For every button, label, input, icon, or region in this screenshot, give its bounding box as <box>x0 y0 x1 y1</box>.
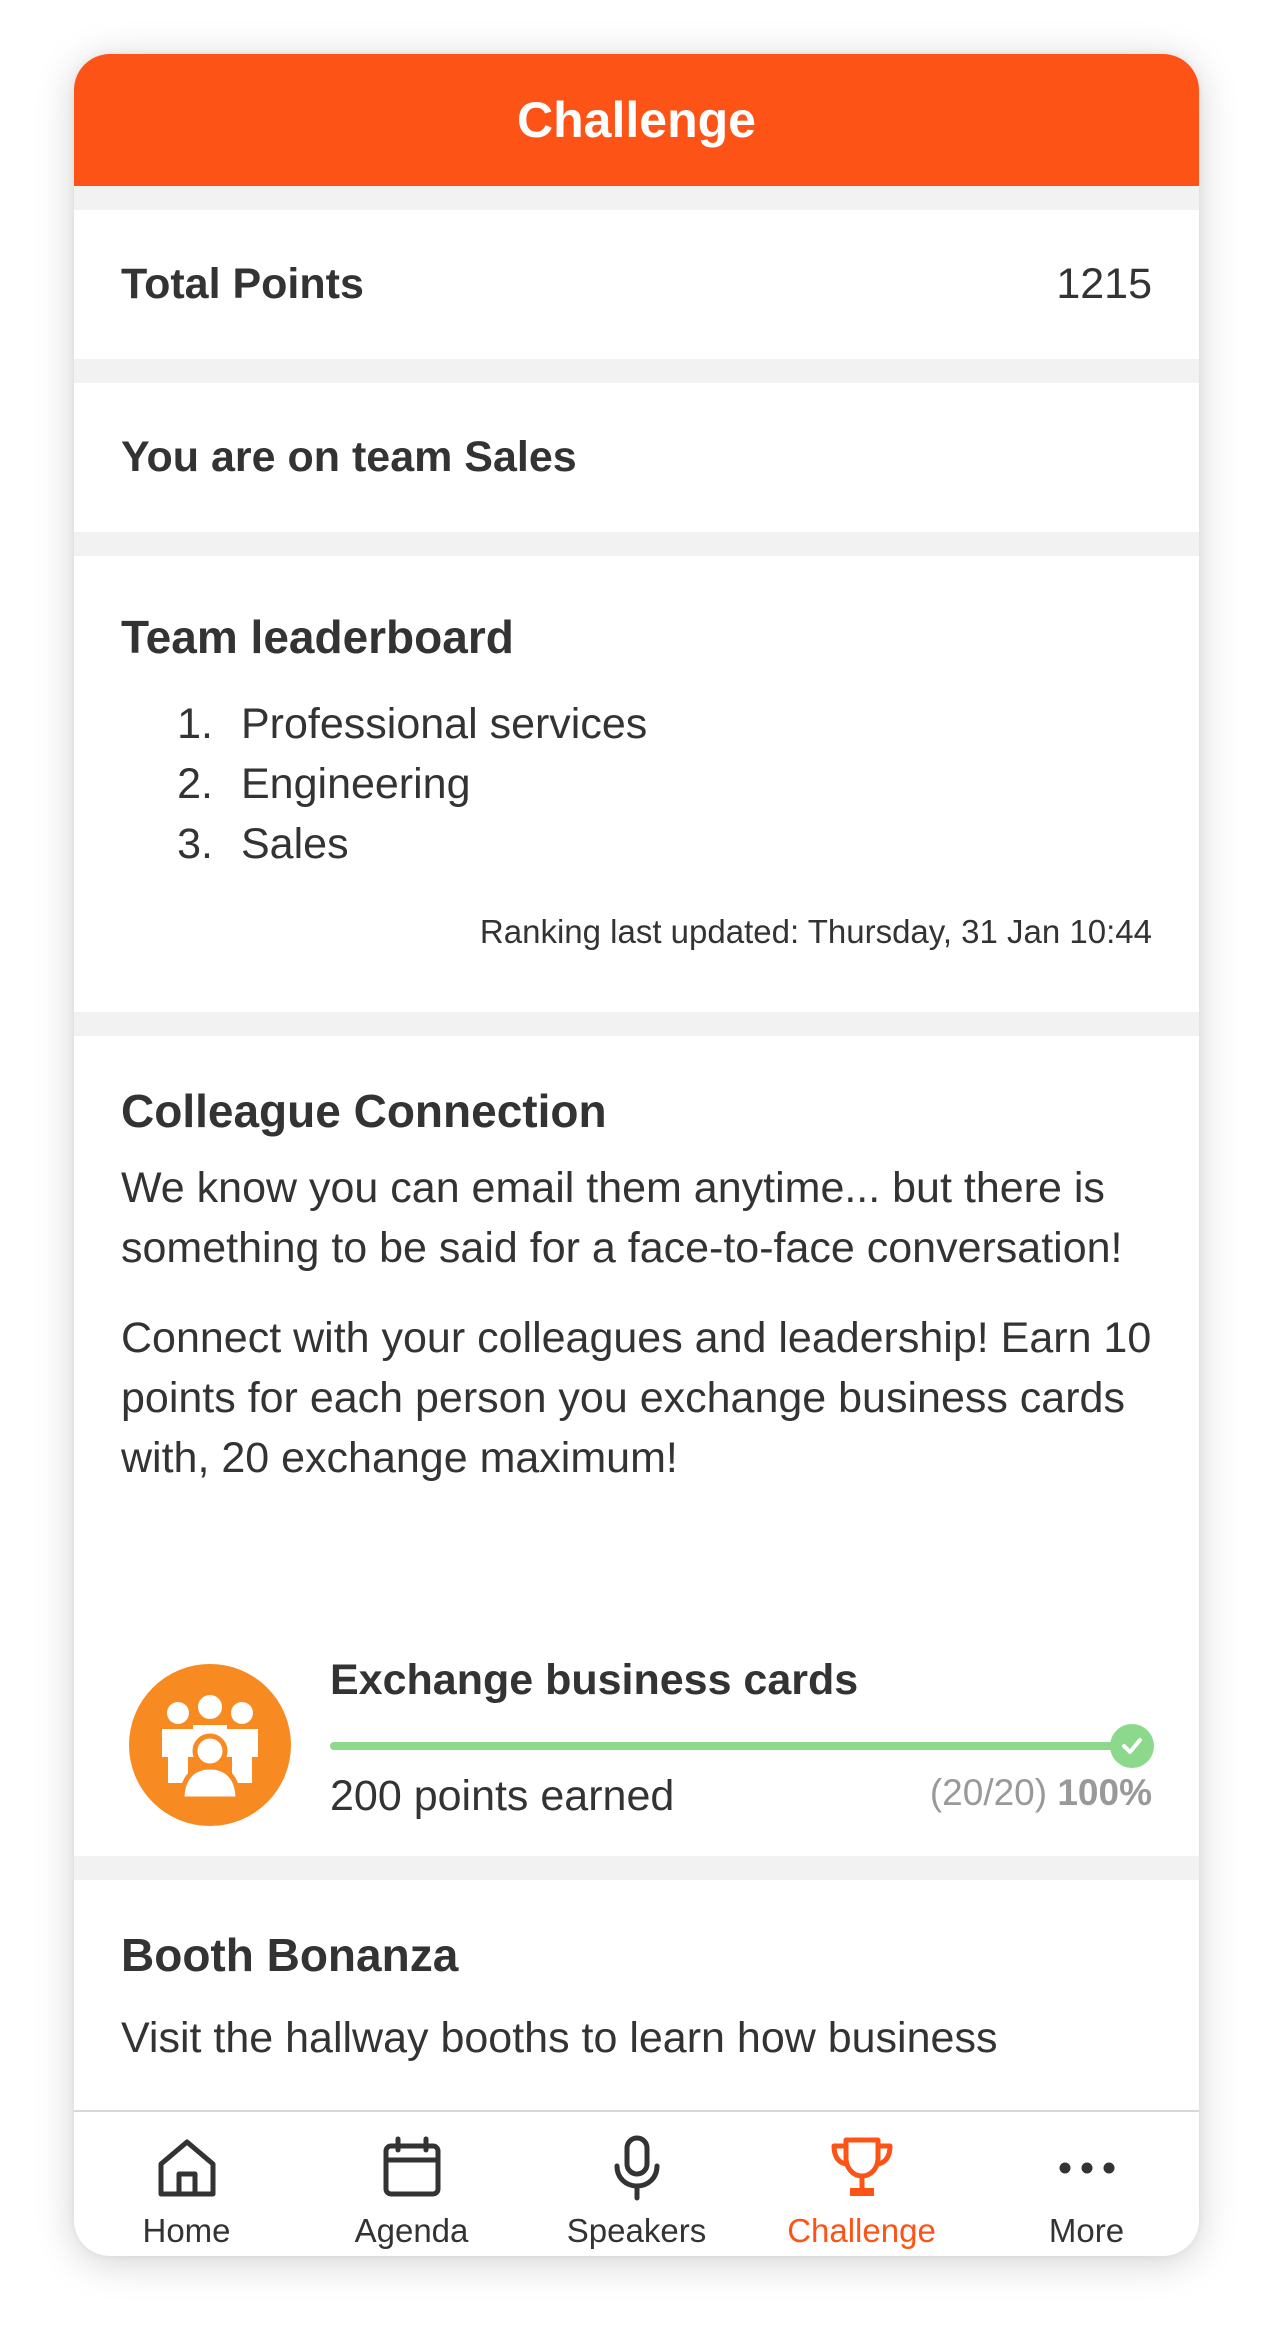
home-icon <box>151 2132 223 2204</box>
app-header: Challenge <box>74 54 1199 186</box>
team-leaderboard-card: Team leaderboard 1. Professional service… <box>74 556 1199 1012</box>
bottom-tab-bar: Home Agenda Speakers Challenge More <box>74 2110 1199 2256</box>
leaderboard-item: 3. Sales <box>121 820 647 880</box>
people-group-icon <box>129 1664 291 1826</box>
leaderboard-list: 1. Professional services 2. Engineering … <box>121 700 647 880</box>
task-progress[interactable]: Exchange business cards 200 points earne… <box>74 1656 1199 1826</box>
total-points-value: 1215 <box>1056 260 1152 308</box>
check-circle-icon <box>1110 1724 1154 1768</box>
leaderboard-title: Team leaderboard <box>121 611 514 663</box>
points-earned-text: 200 points earned <box>330 1772 675 1820</box>
leaderboard-item: 1. Professional services <box>121 700 647 760</box>
challenge-description: Connect with your colleagues and leaders… <box>121 1314 1152 1482</box>
tab-more[interactable]: More <box>974 2112 1199 2256</box>
team-row: You are on team Sales <box>74 383 1199 532</box>
task-title: Exchange business cards <box>330 1656 859 1704</box>
leaderboard-item: 2. Engineering <box>121 760 647 820</box>
tab-agenda[interactable]: Agenda <box>299 2112 524 2256</box>
calendar-icon <box>376 2132 448 2204</box>
tab-label: Home <box>142 2212 231 2249</box>
tab-challenge[interactable]: Challenge <box>749 2112 974 2256</box>
colleague-connection-card[interactable]: Colleague Connection We know you can ema… <box>74 1036 1199 1856</box>
progress-meta: (20/20) 100% <box>930 1772 1152 1814</box>
team-name: Sales <box>241 820 349 868</box>
tab-label: Speakers <box>566 2212 707 2249</box>
progress-bar-fill <box>330 1742 1130 1750</box>
trophy-icon <box>826 2132 898 2204</box>
team-name: Professional services <box>241 700 648 748</box>
microphone-icon <box>601 2132 673 2204</box>
tab-speakers[interactable]: Speakers <box>524 2112 749 2256</box>
team-label: You are on team Sales <box>121 433 577 481</box>
tab-label: Challenge <box>787 2212 936 2249</box>
challenge-title: Colleague Connection <box>121 1085 607 1137</box>
progress-count: (20/20) <box>929 1772 1048 1813</box>
more-dots-icon <box>1051 2132 1123 2204</box>
tab-label: Agenda <box>354 2212 469 2249</box>
progress-bar <box>330 1742 1130 1750</box>
app-screen: Challenge Total Points 1215 You are on t… <box>74 54 1199 2256</box>
challenge-description: We know you can email them anytime... bu… <box>121 1164 1123 1272</box>
rank-number: 1. <box>177 700 213 748</box>
page-title: Challenge <box>517 92 756 148</box>
rank-number: 2. <box>177 760 213 808</box>
tab-home[interactable]: Home <box>74 2112 299 2256</box>
progress-percent: 100% <box>1057 1772 1152 1813</box>
challenge-description: Visit the hallway booths to learn how bu… <box>121 2014 998 2062</box>
team-name: Engineering <box>241 760 471 808</box>
ranking-updated-text: Ranking last updated: Thursday, 31 Jan 1… <box>479 913 1152 950</box>
total-points-row: Total Points 1215 <box>74 210 1199 359</box>
challenge-title: Booth Bonanza <box>121 1929 459 1981</box>
rank-number: 3. <box>177 820 213 868</box>
tab-label: More <box>1048 2212 1125 2249</box>
total-points-label: Total Points <box>121 260 364 308</box>
